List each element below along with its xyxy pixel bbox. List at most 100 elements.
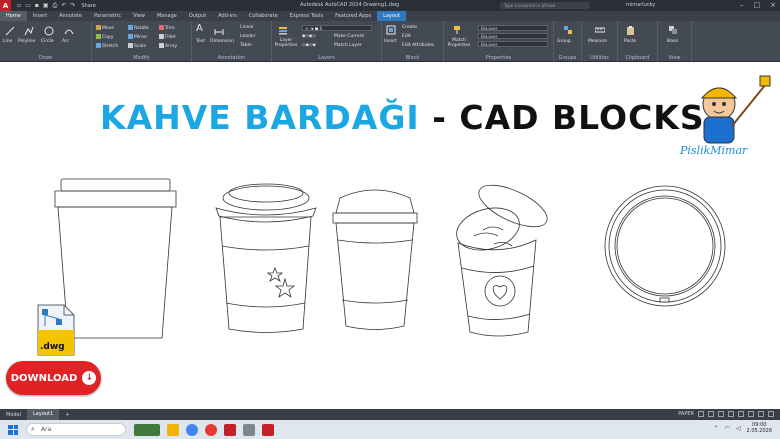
arc-tool[interactable]: Arc [62, 39, 69, 44]
circle-tool[interactable]: Circle [41, 39, 54, 44]
new-icon[interactable]: ▫ [17, 2, 21, 9]
linetype-dropdown[interactable]: ByLayer [478, 33, 548, 39]
save-icon[interactable]: ▪ [35, 2, 39, 9]
saveas-icon[interactable]: ▣ [43, 2, 49, 9]
coffee-cup-4[interactable] [452, 177, 553, 337]
tab-model[interactable]: Model [0, 412, 27, 418]
match-layer-tool[interactable]: Match Layer [334, 43, 362, 48]
drawing-canvas[interactable]: KAHVE BARDAĞI - CAD BLOCKS PislikMimar .… [0, 62, 780, 409]
close-icon[interactable]: × [770, 1, 776, 9]
app-icon[interactable] [243, 423, 255, 436]
insert-icon[interactable] [386, 25, 396, 35]
tab-express-tools[interactable]: Express Tools [284, 11, 329, 21]
match-properties-icon[interactable] [452, 25, 462, 35]
user-account[interactable]: mimarlucky [626, 2, 655, 8]
layer-tools-icons[interactable]: ◆◇◆◇ [302, 34, 316, 39]
clock[interactable]: 09:00 2.05.2026 [747, 422, 772, 434]
snap-icon[interactable] [708, 411, 714, 417]
tab-home[interactable]: Home [0, 11, 27, 21]
coffee-cup-3[interactable] [332, 189, 418, 330]
widget-icon[interactable] [134, 423, 160, 436]
chrome-icon[interactable] [186, 423, 198, 436]
line-icon[interactable] [5, 26, 15, 36]
dimension-icon[interactable] [214, 26, 224, 36]
layer-properties-icon[interactable] [278, 25, 288, 35]
maximize-icon[interactable]: □ [754, 1, 761, 9]
grid-icon[interactable] [698, 411, 704, 417]
trim-tool[interactable]: Trim [159, 25, 175, 31]
taskbar-search-input[interactable]: Ara [26, 423, 126, 436]
paste-tool[interactable]: Paste [624, 39, 636, 44]
layer-properties-tool[interactable]: Layer Properties [274, 38, 298, 48]
download-button[interactable]: DOWNLOAD ↓ [6, 361, 101, 395]
polyline-icon[interactable] [24, 26, 34, 36]
base-tool[interactable]: Base [667, 39, 678, 44]
linear-tool[interactable]: Linear [240, 25, 254, 30]
tab-layout1[interactable]: Layout1 [27, 409, 60, 420]
polar-icon[interactable] [728, 411, 734, 417]
annotation-scale-icon[interactable] [748, 411, 754, 417]
layer-tools-icons-2[interactable]: ◇◆◇◆ [302, 43, 316, 48]
minimize-icon[interactable]: – [740, 1, 744, 9]
group-icon[interactable] [563, 25, 573, 35]
undo-icon[interactable]: ↶ [61, 2, 66, 9]
circle-icon[interactable] [44, 26, 54, 36]
line-tool[interactable]: Line [3, 39, 12, 44]
move-tool[interactable]: Move [96, 25, 114, 31]
workspace-icon[interactable] [758, 411, 764, 417]
rotate-tool[interactable]: Rotate [128, 25, 149, 31]
tab-output[interactable]: Output [183, 11, 212, 21]
measure-icon[interactable] [595, 25, 605, 35]
share-button[interactable]: Share [81, 3, 95, 9]
autocad-taskbar-icon[interactable] [224, 423, 236, 436]
ortho-icon[interactable] [718, 411, 724, 417]
base-view-icon[interactable] [668, 25, 678, 35]
tab-add-ins[interactable]: Add-ins [212, 11, 243, 21]
table-tool[interactable]: Table [240, 43, 252, 48]
scale-tool[interactable]: Scale [128, 43, 146, 49]
speaker-icon[interactable]: ◁ [736, 425, 741, 432]
windows-start-icon[interactable] [8, 424, 18, 435]
polyline-tool[interactable]: Polyline [18, 39, 35, 44]
dimension-tool[interactable]: Dimension [210, 39, 234, 44]
arc-icon[interactable] [64, 26, 74, 36]
paste-icon[interactable] [626, 25, 636, 35]
create-block-tool[interactable]: Create [402, 25, 417, 30]
edit-block-tool[interactable]: Edit [402, 34, 411, 39]
mirror-tool[interactable]: Mirror [128, 34, 147, 40]
osnap-icon[interactable] [738, 411, 744, 417]
match-properties-tool[interactable]: Match Properties [447, 38, 471, 48]
autocad-taskbar-icon-2[interactable] [262, 423, 274, 436]
color-dropdown[interactable]: ByLayer [478, 25, 548, 31]
lineweight-dropdown[interactable]: ByLayer [478, 41, 548, 47]
stretch-tool[interactable]: Stretch [96, 43, 118, 49]
tab-layout[interactable]: Layout [377, 11, 407, 21]
coffee-cup-2[interactable] [215, 183, 317, 333]
text-icon[interactable]: A [196, 23, 203, 34]
print-icon[interactable]: ⎙ [53, 2, 58, 10]
autocad-logo[interactable]: A [0, 0, 11, 11]
opera-icon[interactable] [205, 423, 217, 436]
tab-parametric[interactable]: Parametric [88, 11, 127, 21]
layer-dropdown[interactable]: ☀ ◑ ■ 0 [302, 25, 372, 31]
measure-tool[interactable]: Measure [588, 39, 607, 44]
open-icon[interactable]: ▭ [25, 2, 31, 9]
edit-attributes-tool[interactable]: Edit Attributes [402, 43, 434, 48]
wifi-icon[interactable]: ◠ [725, 425, 730, 432]
lid-top-view[interactable] [604, 185, 726, 307]
chevron-up-icon[interactable]: ⌃ [714, 425, 719, 432]
search-input[interactable]: Type a keyword or phrase [500, 2, 590, 9]
fillet-tool[interactable]: Fillet [159, 34, 176, 40]
copy-tool[interactable]: Copy [96, 34, 113, 40]
redo-icon[interactable]: ↷ [70, 2, 75, 9]
text-tool[interactable]: Text [196, 39, 205, 44]
group-tool[interactable]: Group [557, 39, 571, 44]
tab-annotate[interactable]: Annotate [53, 11, 88, 21]
tab-insert[interactable]: Insert [27, 11, 53, 21]
tab-view[interactable]: View [127, 11, 151, 21]
customize-icon[interactable] [768, 411, 774, 417]
make-current-tool[interactable]: Make Current [334, 34, 364, 39]
file-explorer-icon[interactable] [167, 423, 179, 436]
tab-manage[interactable]: Manage [151, 11, 183, 21]
add-layout-button[interactable]: + [59, 412, 75, 418]
